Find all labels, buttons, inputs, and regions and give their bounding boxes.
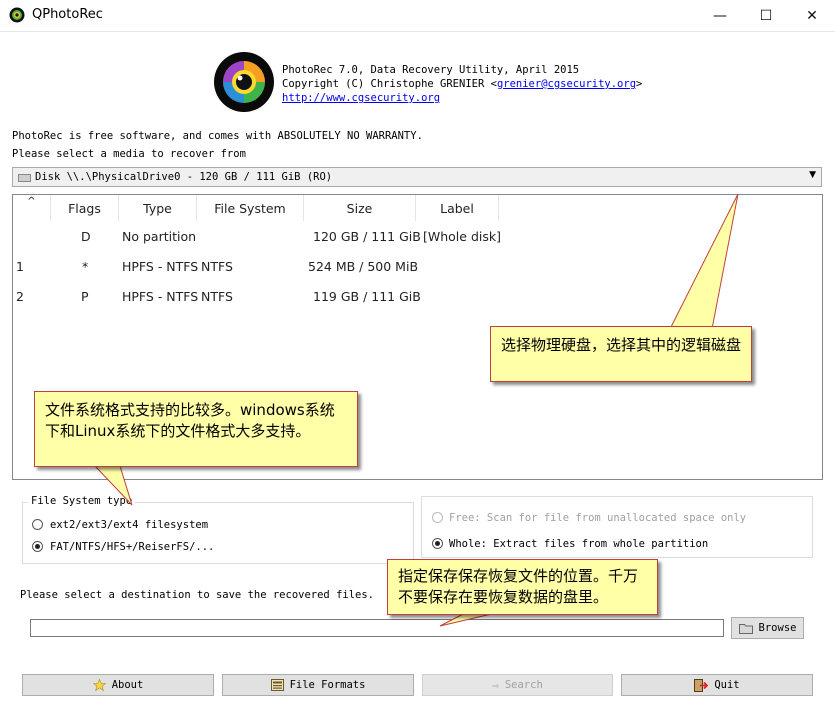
window-title: QPhotoRec	[32, 7, 103, 22]
column-header-size[interactable]: Size	[304, 195, 416, 221]
maximize-icon: ☐	[759, 7, 773, 24]
close-button[interactable]: ✕	[789, 0, 835, 31]
column-header-type[interactable]: Type	[119, 195, 197, 221]
row-type: No partition	[122, 229, 197, 244]
column-header-label[interactable]: Label	[416, 195, 499, 221]
destination-input[interactable]	[30, 619, 724, 637]
email-link[interactable]: grenier@cgsecurity.org	[497, 78, 636, 90]
row-flags: P	[81, 289, 89, 304]
browse-label: Browse	[758, 622, 797, 634]
row-size: 120 GB / 111 GiB	[313, 229, 421, 244]
minimize-icon: —	[713, 7, 727, 24]
callout-disk-selection: 选择物理硬盘，选择其中的逻辑磁盘	[490, 326, 752, 382]
star-icon	[92, 678, 106, 691]
radio-ext-label: ext2/ext3/ext4 filesystem	[50, 519, 209, 531]
about-button[interactable]: About	[22, 674, 214, 696]
row-number: 1	[16, 259, 24, 274]
close-icon: ✕	[806, 7, 818, 24]
radio-fat-ntfs[interactable]	[32, 541, 43, 552]
website-link[interactable]: http://www.cgsecurity.org	[282, 92, 440, 104]
column-header-flags[interactable]: Flags	[51, 195, 119, 221]
row-type: HPFS - NTFS	[122, 259, 199, 274]
radio-free-label: Free: Scan for file from unallocated spa…	[449, 512, 747, 524]
row-file-system: NTFS	[201, 289, 233, 304]
app-icon	[9, 7, 25, 23]
radio-free-space[interactable]	[432, 512, 443, 523]
table-row[interactable]: 2 P HPFS - NTFS NTFS 119 GB / 111 GiB	[13, 285, 822, 307]
copyright-suffix: >	[636, 78, 643, 90]
file-system-group-title: File System type	[28, 495, 136, 507]
file-formats-label: File Formats	[289, 679, 366, 691]
file-system-type-group	[22, 502, 414, 564]
callout-file-system: 文件系统格式支持的比较多。windows系统下和Linux系统下的文件格式大多支…	[34, 391, 358, 467]
search-button[interactable]: ⇨ Search	[422, 674, 613, 696]
table-row[interactable]: D No partition 120 GB / 111 GiB [Whole d…	[13, 225, 822, 247]
copyright-text: Copyright (C) Christophe GRENIER <grenie…	[282, 78, 642, 90]
disk-select[interactable]: Disk \\.\PhysicalDrive0 - 120 GB / 111 G…	[12, 167, 822, 187]
file-formats-button[interactable]: File Formats	[222, 674, 414, 696]
maximize-button[interactable]: ☐	[743, 0, 789, 31]
row-number: 2	[16, 289, 24, 304]
photorec-logo	[214, 52, 274, 112]
search-label: Search	[504, 679, 543, 691]
radio-fat-label: FAT/NTFS/HFS+/ReiserFS/...	[50, 541, 215, 553]
copyright-prefix: Copyright (C) Christophe GRENIER <	[282, 78, 497, 90]
sort-icon: ^	[27, 195, 36, 207]
row-flags: *	[82, 259, 89, 274]
quit-button[interactable]: Quit	[621, 674, 813, 696]
title-bar: QPhotoRec — ☐ ✕	[0, 0, 835, 32]
warranty-notice: PhotoRec is free software, and comes wit…	[12, 130, 423, 142]
select-media-label: Please select a media to recover from	[12, 148, 246, 160]
about-label: About	[111, 679, 144, 691]
file-formats-icon	[270, 679, 284, 691]
row-file-system: NTFS	[201, 259, 233, 274]
row-flags: D	[81, 229, 91, 244]
search-arrow-icon: ⇨	[492, 678, 499, 692]
disk-select-value: Disk \\.\PhysicalDrive0 - 120 GB / 111 G…	[35, 171, 333, 183]
hard-disk-icon	[18, 174, 31, 182]
radio-whole-label: Whole: Extract files from whole partitio…	[449, 538, 709, 550]
browse-button[interactable]: Browse	[731, 617, 804, 639]
exit-icon	[694, 678, 709, 692]
row-label: [Whole disk]	[423, 229, 501, 244]
row-type: HPFS - NTFS	[122, 289, 199, 304]
quit-label: Quit	[714, 679, 740, 691]
column-header-file-system[interactable]: File System	[197, 195, 304, 221]
row-size: 524 MB / 500 MiB	[308, 259, 419, 274]
table-row[interactable]: 1 * HPFS - NTFS NTFS 524 MB / 500 MiB	[13, 255, 822, 277]
chevron-down-icon: ▼	[809, 170, 816, 180]
column-header-number[interactable]: ^	[13, 195, 51, 221]
version-text: PhotoRec 7.0, Data Recovery Utility, Apr…	[282, 64, 580, 76]
destination-label: Please select a destination to save the …	[20, 589, 375, 601]
row-size: 119 GB / 111 GiB	[313, 289, 421, 304]
folder-icon	[738, 623, 753, 634]
radio-whole-partition[interactable]	[432, 538, 443, 549]
callout-destination: 指定保存保存恢复文件的位置。千万不要保存在要恢复数据的盘里。	[387, 559, 658, 615]
minimize-button[interactable]: —	[697, 0, 743, 31]
radio-ext-filesystem[interactable]	[32, 519, 43, 530]
